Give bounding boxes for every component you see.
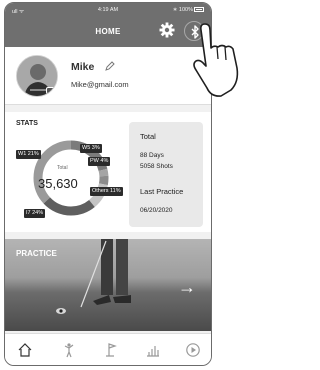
donut-total-label: Total (57, 165, 68, 171)
stats-summary: Total 88 Days 5058 Shots Last Practice 0… (129, 122, 203, 227)
golfer-icon[interactable] (61, 342, 77, 358)
tag-w5: W5 3% (80, 144, 102, 153)
tag-w1: W1 21% (16, 150, 41, 159)
profile-name: Mike (71, 61, 95, 73)
gear-icon[interactable] (159, 22, 175, 38)
page-title: HOME (95, 27, 121, 36)
donut-total-value: 35,630 (38, 176, 78, 191)
bar-chart-icon[interactable] (145, 342, 161, 358)
bottom-tab-bar (5, 333, 211, 365)
tag-others: Others 11% (90, 187, 123, 196)
pencil-icon[interactable] (105, 61, 115, 71)
stats-card[interactable]: STATS Total 35,630 W1 21% W5 3% PW 4% Ot… (5, 112, 211, 232)
summary-days: 88 Days (140, 152, 164, 159)
summary-total-label: Total (140, 132, 156, 141)
summary-shots: 5058 Shots (140, 163, 173, 170)
tag-pw: PW 4% (88, 157, 111, 166)
practice-title: PRACTICE (16, 249, 57, 258)
flag-icon[interactable] (103, 342, 119, 358)
practice-banner[interactable]: PRACTICE → (5, 239, 211, 331)
summary-last-practice-label: Last Practice (140, 187, 184, 196)
battery-label: ∗ 100% (172, 7, 193, 13)
phone-screen: ull ᯤ 4:19 AM ∗ 100% HOME Mike Mike@gmai… (4, 2, 212, 366)
avatar[interactable] (16, 55, 58, 97)
tag-i7: I7 24% (24, 209, 46, 218)
arrow-right-icon[interactable]: → (178, 277, 196, 298)
pointing-hand-icon (193, 23, 239, 97)
stats-title: STATS (16, 120, 38, 127)
profile-card[interactable]: Mike Mike@gmail.com (5, 47, 211, 105)
battery-status: ∗ 100% (173, 7, 204, 13)
camera-icon[interactable] (46, 87, 55, 94)
home-icon[interactable] (17, 342, 33, 358)
profile-email: Mike@gmail.com (71, 80, 129, 89)
status-bar: ull ᯤ 4:19 AM ∗ 100% (5, 3, 211, 17)
play-icon[interactable] (185, 342, 201, 358)
summary-last-practice-date: 06/20/2020 (140, 207, 173, 214)
battery-icon (194, 7, 204, 12)
app-header: ull ᯤ 4:19 AM ∗ 100% HOME (5, 3, 211, 47)
